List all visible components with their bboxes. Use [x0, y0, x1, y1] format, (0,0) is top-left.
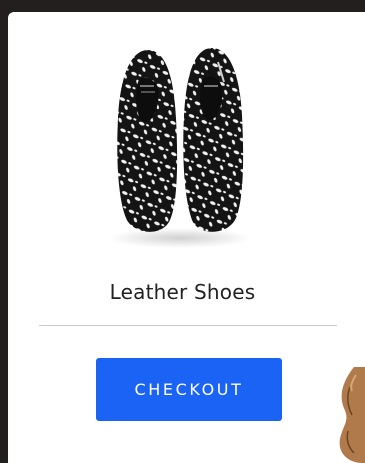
hand-illustration: [339, 367, 365, 463]
product-title: Leather Shoes: [109, 280, 256, 304]
right-shoe: [183, 48, 244, 232]
checkout-button[interactable]: CHECKOUT: [96, 358, 282, 421]
divider: [39, 325, 337, 326]
product-image: [108, 48, 252, 248]
left-shoe: [117, 50, 178, 232]
product-card: Leather Shoes CHECKOUT: [8, 12, 365, 463]
